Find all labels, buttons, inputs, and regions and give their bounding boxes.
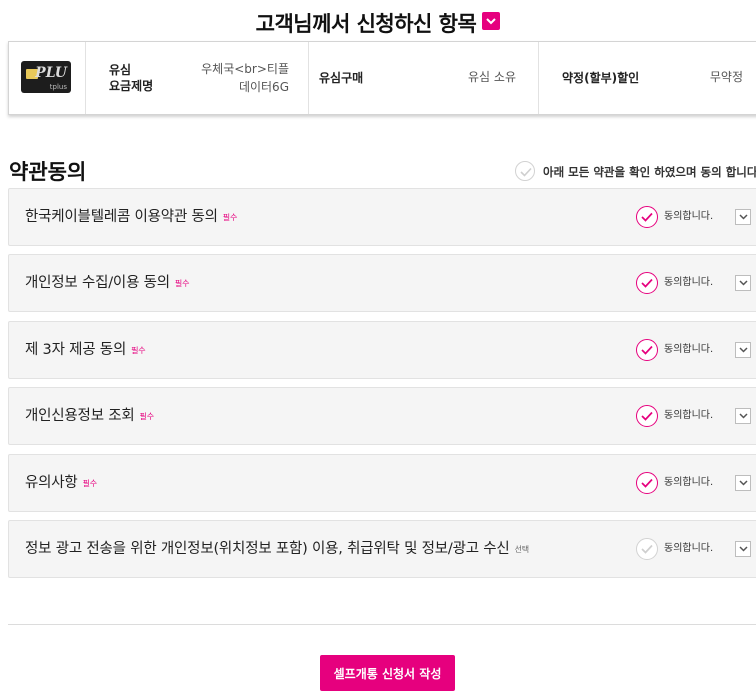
terms-row[interactable]: 개인신용정보 조회 필수 동의합니다. <box>8 387 756 445</box>
terms-row[interactable]: 정보 광고 전송을 위한 개인정보(위치정보 포함) 이용, 취급위탁 및 정보… <box>8 520 756 578</box>
plan-label: 요금제명 <box>109 79 154 93</box>
order-summary: PLU tplus 유심 요금제명 우체국<br>티플 데이터6G 유심구매 유… <box>8 41 756 115</box>
check-circle-icon <box>515 161 535 181</box>
terms-row[interactable]: 개인정보 수집/이용 동의 필수 동의합니다. <box>8 254 756 312</box>
terms-title-text: 정보 광고 전송을 위한 개인정보(위치정보 포함) 이용, 취급위탁 및 정보… <box>25 541 510 557</box>
divider <box>538 42 539 114</box>
terms-row-title: 제 3자 제공 동의 필수 <box>25 322 146 379</box>
terms-section-title: 약관동의 <box>9 160 87 184</box>
purchase-value: 유심 소유 <box>468 70 516 84</box>
agree-label[interactable]: 동의합니다. <box>664 455 713 511</box>
check-circle-icon[interactable] <box>636 538 658 560</box>
purchase-label: 유심구매 <box>319 71 364 85</box>
optional-badge: 선택 <box>514 545 530 554</box>
page-title-text: 고객님께서 신청하신 항목 <box>255 12 477 36</box>
sim-image-cell: PLU tplus <box>9 42 85 114</box>
sim-card-text: PLU <box>35 65 67 81</box>
check-circle-icon[interactable] <box>636 272 658 294</box>
terms-row-title: 유의사항 필수 <box>25 455 97 512</box>
discount-value-cell: 무약정 <box>689 69 743 87</box>
purchase-value-cell: 유심 소유 <box>429 69 516 87</box>
agree-all-checkbox[interactable]: 아래 모든 약관을 확인 하였으며 동의 합니다 <box>515 161 756 183</box>
terms-title-text: 개인신용정보 조회 <box>25 408 135 424</box>
chevron-down-icon[interactable] <box>735 209 751 225</box>
discount-label: 약정(할부)할인 <box>562 71 640 85</box>
plan-value-line2: 데이터6G <box>238 80 289 94</box>
check-circle-icon[interactable] <box>636 405 658 427</box>
self-activation-form-button[interactable]: 셀프개통 신청서 작성 <box>320 655 455 691</box>
footer-divider <box>8 624 756 625</box>
required-badge: 필수 <box>174 279 190 288</box>
divider <box>308 42 309 114</box>
check-circle-icon[interactable] <box>636 472 658 494</box>
agree-label[interactable]: 동의합니다. <box>664 388 713 444</box>
chevron-down-icon[interactable] <box>735 541 751 557</box>
required-badge: 필수 <box>131 346 146 355</box>
required-badge: 필수 <box>139 412 155 421</box>
terms-row[interactable]: 한국케이블텔레콤 이용약관 동의 필수 동의합니다. <box>8 188 756 246</box>
terms-row-title: 개인정보 수집/이용 동의 필수 <box>25 255 189 312</box>
terms-title-text: 개인정보 수집/이용 동의 <box>25 275 170 291</box>
required-badge: 필수 <box>82 479 98 488</box>
plan-value-cell: 우체국<br>티플 데이터6G <box>189 61 289 95</box>
agree-label[interactable]: 동의합니다. <box>664 521 713 577</box>
terms-title-text: 제 3자 제공 동의 <box>25 342 127 358</box>
terms-row-title: 정보 광고 전송을 위한 개인정보(위치정보 포함) 이용, 취급위탁 및 정보… <box>25 521 529 578</box>
agree-label[interactable]: 동의합니다. <box>664 322 713 378</box>
sim-card-logo: tplus <box>49 83 67 91</box>
purchase-label-cell: 유심구매 <box>319 70 363 88</box>
agree-label[interactable]: 동의합니다. <box>664 255 713 311</box>
check-circle-icon[interactable] <box>636 206 658 228</box>
check-circle-icon[interactable] <box>636 339 658 361</box>
discount-label-cell: 약정(할부)할인 <box>562 70 639 88</box>
chevron-down-icon[interactable] <box>735 275 751 291</box>
page-title: 고객님께서 신청하신 항목 <box>0 8 756 38</box>
terms-title-text: 유의사항 <box>25 475 78 491</box>
terms-row-title: 개인신용정보 조회 필수 <box>25 388 154 445</box>
terms-title-text: 한국케이블텔레콤 이용약관 동의 <box>25 209 218 225</box>
divider <box>85 42 86 114</box>
discount-value: 무약정 <box>709 70 743 84</box>
chevron-down-icon[interactable] <box>735 475 751 491</box>
plan-label-cell: 유심 요금제명 <box>109 62 169 96</box>
terms-row[interactable]: 제 3자 제공 동의 필수 동의합니다. <box>8 321 756 379</box>
agree-all-label: 아래 모든 약관을 확인 하였으며 동의 합니다 <box>543 165 756 179</box>
terms-row[interactable]: 유의사항 필수 동의합니다. <box>8 454 756 512</box>
chevron-down-icon[interactable] <box>735 342 751 358</box>
chevron-down-icon[interactable] <box>482 12 501 30</box>
chevron-down-icon[interactable] <box>735 408 751 424</box>
required-badge: 필수 <box>222 213 238 222</box>
plan-value-line1: 우체국<br>티플 <box>201 62 289 76</box>
sim-card-image: PLU tplus <box>21 61 71 93</box>
terms-row-title: 한국케이블텔레콤 이용약관 동의 필수 <box>25 189 237 246</box>
sim-label: 유심 <box>109 63 132 77</box>
agree-label[interactable]: 동의합니다. <box>664 189 713 245</box>
